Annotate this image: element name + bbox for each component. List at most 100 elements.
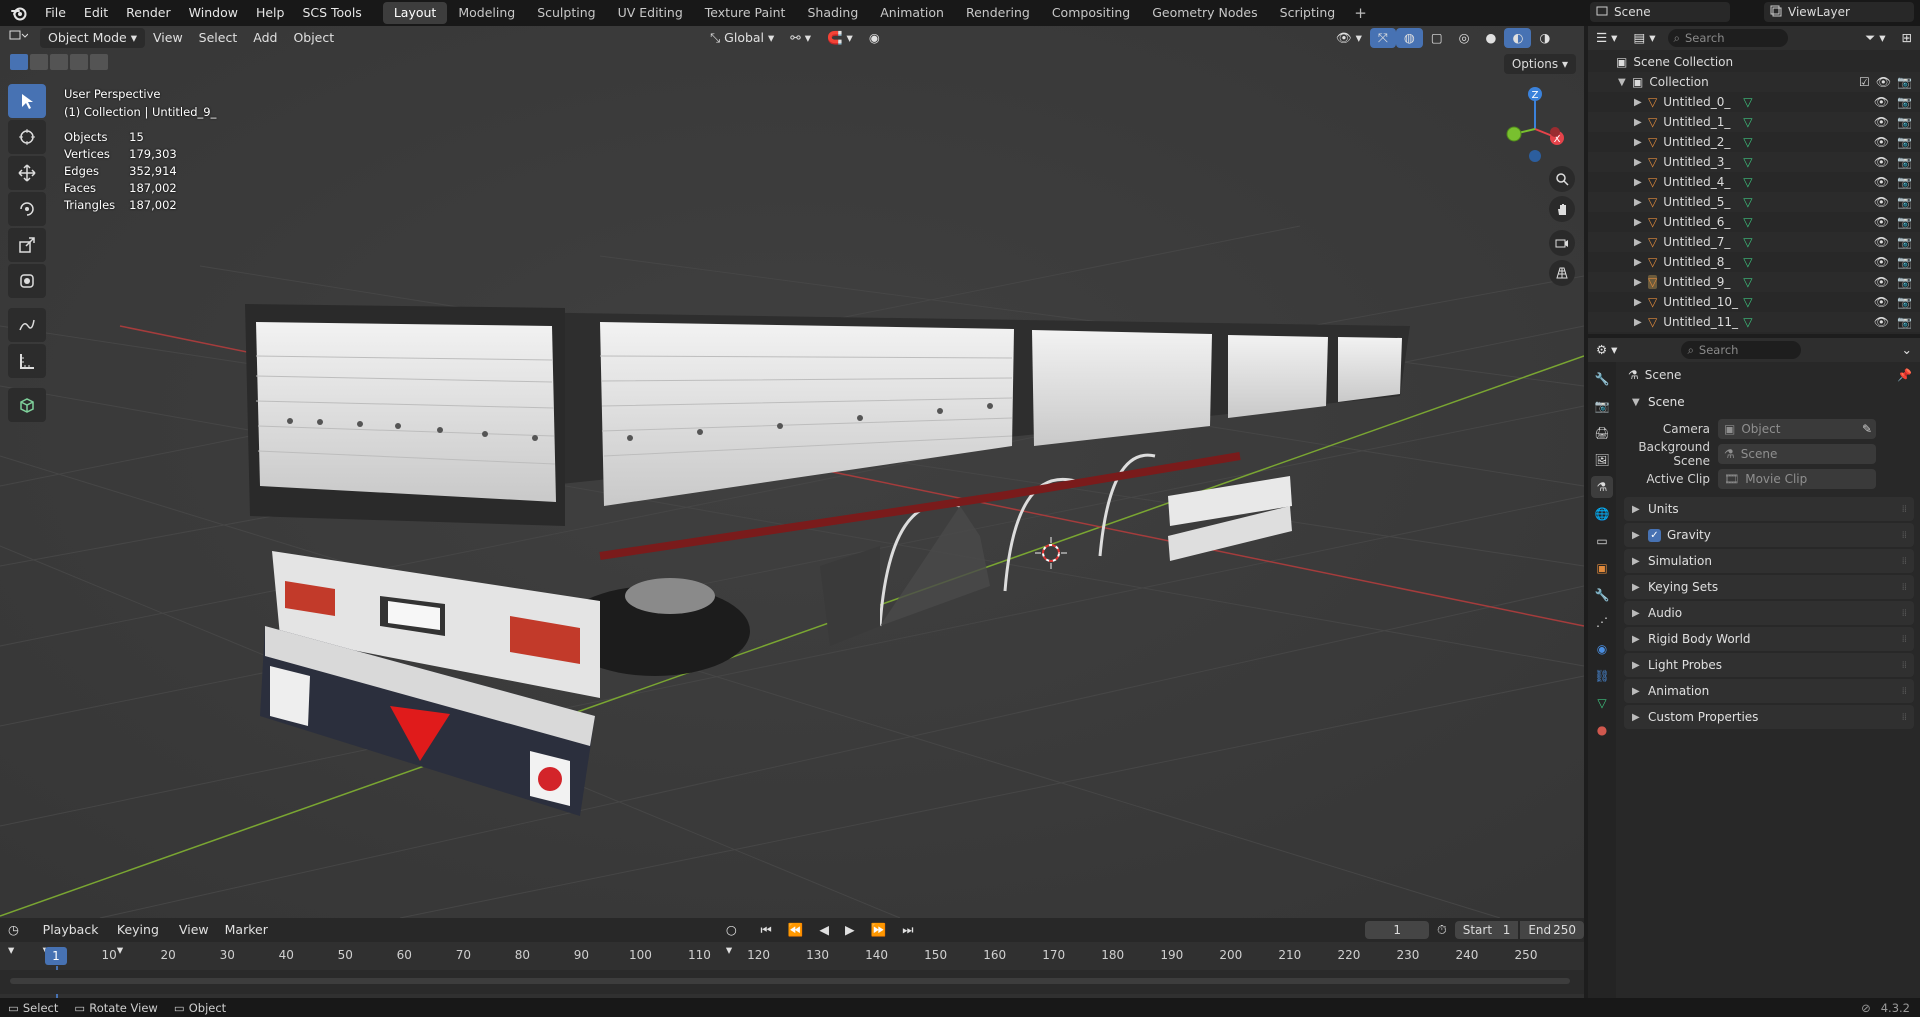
menu-window[interactable]: Window [180,2,247,24]
drag-handle-icon[interactable]: ⁞⁞ [1902,530,1907,541]
view-layer-tab-icon[interactable]: 🖼 [1591,449,1613,471]
camera-icon[interactable]: 📷 [1897,95,1912,109]
tab-shading[interactable]: Shading [796,2,869,24]
annotate-tool-icon[interactable] [8,308,46,342]
panel-rigid-body-world[interactable]: ▶ Rigid Body World ⁞⁞ [1624,627,1914,651]
object-tab-icon[interactable]: ▣ [1591,557,1613,579]
panel-units[interactable]: ▶ Units ⁞⁞ [1624,497,1914,521]
chevron-right-icon[interactable]: ▶ [1634,137,1644,148]
eye-icon[interactable]: 👁 [1874,295,1889,309]
background-scene-field[interactable]: ⚗ Scene [1718,443,1876,464]
eye-icon[interactable]: 👁 [1874,255,1889,269]
add-cube-tool-icon[interactable] [8,388,46,422]
drag-handle-icon[interactable]: ⁞⁞ [1902,608,1907,619]
transform-orientation-dropdown[interactable]: ⤡ Global ▾ [702,28,782,48]
menu-render[interactable]: Render [117,2,180,24]
navigation-gizmo[interactable]: Z X [1500,84,1570,164]
collection-tab-icon[interactable]: ▭ [1591,530,1613,552]
tab-modeling[interactable]: Modeling [447,2,526,24]
camera-icon[interactable]: 📷 [1897,215,1912,229]
eye-icon[interactable]: 👁 [1874,235,1889,249]
outliner-search-input[interactable]: ⌕ Search [1667,29,1788,47]
eye-icon[interactable]: 👁 [1874,135,1889,149]
display-mode-icon[interactable]: ▤ ▾ [1625,28,1663,48]
drag-handle-icon[interactable]: ⁞⁞ [1902,712,1907,723]
timeline-editor[interactable]: ◷ ▾ Playback ▾ Keying ▾ View Marker ○ ▾ … [0,918,1584,998]
outliner-object-row[interactable]: ▶ ▽ Untitled_5_ ▽ 👁 📷 [1588,192,1920,212]
camera-icon[interactable]: 📷 [1897,195,1912,209]
select-mode-extend-icon[interactable] [30,54,48,70]
chevron-right-icon[interactable]: ▶ [1634,297,1644,308]
start-frame-field[interactable]: Start 1 [1454,921,1519,939]
shading-material-icon[interactable]: ◐ [1504,28,1532,48]
eyedropper-icon[interactable]: ✎ [1862,422,1872,436]
camera-icon[interactable]: 📷 [1897,135,1912,149]
tab-uv-editing[interactable]: UV Editing [607,2,694,24]
chevron-right-icon[interactable]: ▶ [1634,237,1644,248]
proportional-edit-icon[interactable]: ◉ [861,28,888,48]
measure-tool-icon[interactable] [8,344,46,378]
current-frame-indicator[interactable]: 1 [45,947,67,965]
outliner-object-row[interactable]: ▶ ▽ Untitled_0_ ▽ 👁 📷 [1588,92,1920,112]
camera-icon[interactable]: 📷 [1897,295,1912,309]
tab-scripting[interactable]: Scripting [1269,2,1347,24]
properties-editor-type-icon[interactable]: ⚙ ▾ [1588,340,1625,360]
constraints-tab-icon[interactable]: ⛓ [1591,665,1613,687]
eye-icon[interactable]: 👁 [1874,155,1889,169]
properties-options-icon[interactable]: ⌄ [1894,340,1920,360]
object-mode-dropdown[interactable]: Object Mode ▾ [40,28,145,48]
select-mode-set-icon[interactable] [10,54,28,70]
blender-logo-icon[interactable] [8,2,30,24]
3d-viewport[interactable]: Object Mode ▾ View Select Add Object ⤡ G… [0,26,1584,918]
outliner-editor-type-icon[interactable]: ☰ ▾ [1588,28,1625,48]
outliner-object-row[interactable]: ▶ ▽ Untitled_3_ ▽ 👁 📷 [1588,152,1920,172]
collection-row[interactable]: ▼ ▣ Collection ☑ 👁 📷 [1588,72,1920,92]
outliner-object-row[interactable]: ▶ ▽ Untitled_4_ ▽ 👁 📷 [1588,172,1920,192]
select-box-tool-icon[interactable] [8,84,46,118]
menu-timeline-view[interactable]: View [171,920,217,940]
menu-keying[interactable]: Keying ▾ [109,920,171,957]
scene-collection-row[interactable]: ▣ Scene Collection [1588,52,1920,72]
outliner-object-row[interactable]: ▶ ▽ Untitled_1_ ▽ 👁 📷 [1588,112,1920,132]
keyframe-track[interactable] [0,970,1584,994]
chevron-right-icon[interactable]: ▶ [1634,277,1644,288]
eye-icon[interactable]: 👁 [1874,315,1889,329]
eye-icon[interactable]: 👁 [1876,75,1891,89]
shading-wireframe-icon[interactable]: ◎ [1451,28,1478,48]
scale-tool-icon[interactable] [8,228,46,262]
eye-icon[interactable]: 👁 [1874,215,1889,229]
camera-icon[interactable]: 📷 [1897,75,1912,89]
scene-tab-icon[interactable]: ⚗ [1591,476,1613,498]
panel-gravity[interactable]: ▶ ✓ Gravity ⁞⁞ [1624,523,1914,547]
menu-file[interactable]: File [36,2,75,24]
chevron-right-icon[interactable]: ▶ [1634,97,1644,108]
physics-tab-icon[interactable]: ◉ [1591,638,1613,660]
view-layer-selector[interactable]: ViewLayer [1764,2,1914,22]
drag-handle-icon[interactable]: ⁞⁞ [1902,686,1907,697]
shading-rendered-icon[interactable]: ◑ [1531,28,1558,48]
options-dropdown[interactable]: Options ▾ [1503,54,1576,74]
menu-edit[interactable]: Edit [75,2,117,24]
panel-animation[interactable]: ▶ Animation ⁞⁞ [1624,679,1914,703]
camera-icon[interactable]: 📷 [1897,175,1912,189]
zoom-icon[interactable] [1549,166,1575,192]
chevron-right-icon[interactable]: ▶ [1634,257,1644,268]
gizmo-toggle-icon[interactable]: ⤧ [1369,28,1396,48]
play-reverse-icon[interactable]: ◀ [811,920,837,940]
camera-icon[interactable]: 📷 [1897,255,1912,269]
eye-icon[interactable]: 👁 [1874,175,1889,189]
menu-help[interactable]: Help [247,2,294,24]
drag-handle-icon[interactable]: ⁞⁞ [1902,660,1907,671]
select-mode-intersect-icon[interactable] [90,54,108,70]
render-tab-icon[interactable]: 📷 [1591,395,1613,417]
xray-icon[interactable]: ▢ [1423,28,1451,48]
select-mode-subtract-icon[interactable] [50,54,68,70]
world-tab-icon[interactable]: 🌐 [1591,503,1613,525]
menu-marker[interactable]: Marker [217,920,276,940]
checkbox-icon[interactable]: ☑ [1859,75,1870,89]
chevron-right-icon[interactable]: ▶ [1634,217,1644,228]
drag-handle-icon[interactable]: ⁞⁞ [1902,504,1907,515]
camera-field[interactable]: ▣ Object ✎ [1718,418,1876,439]
panel-audio[interactable]: ▶ Audio ⁞⁞ [1624,601,1914,625]
menu-view[interactable]: View [145,28,191,48]
